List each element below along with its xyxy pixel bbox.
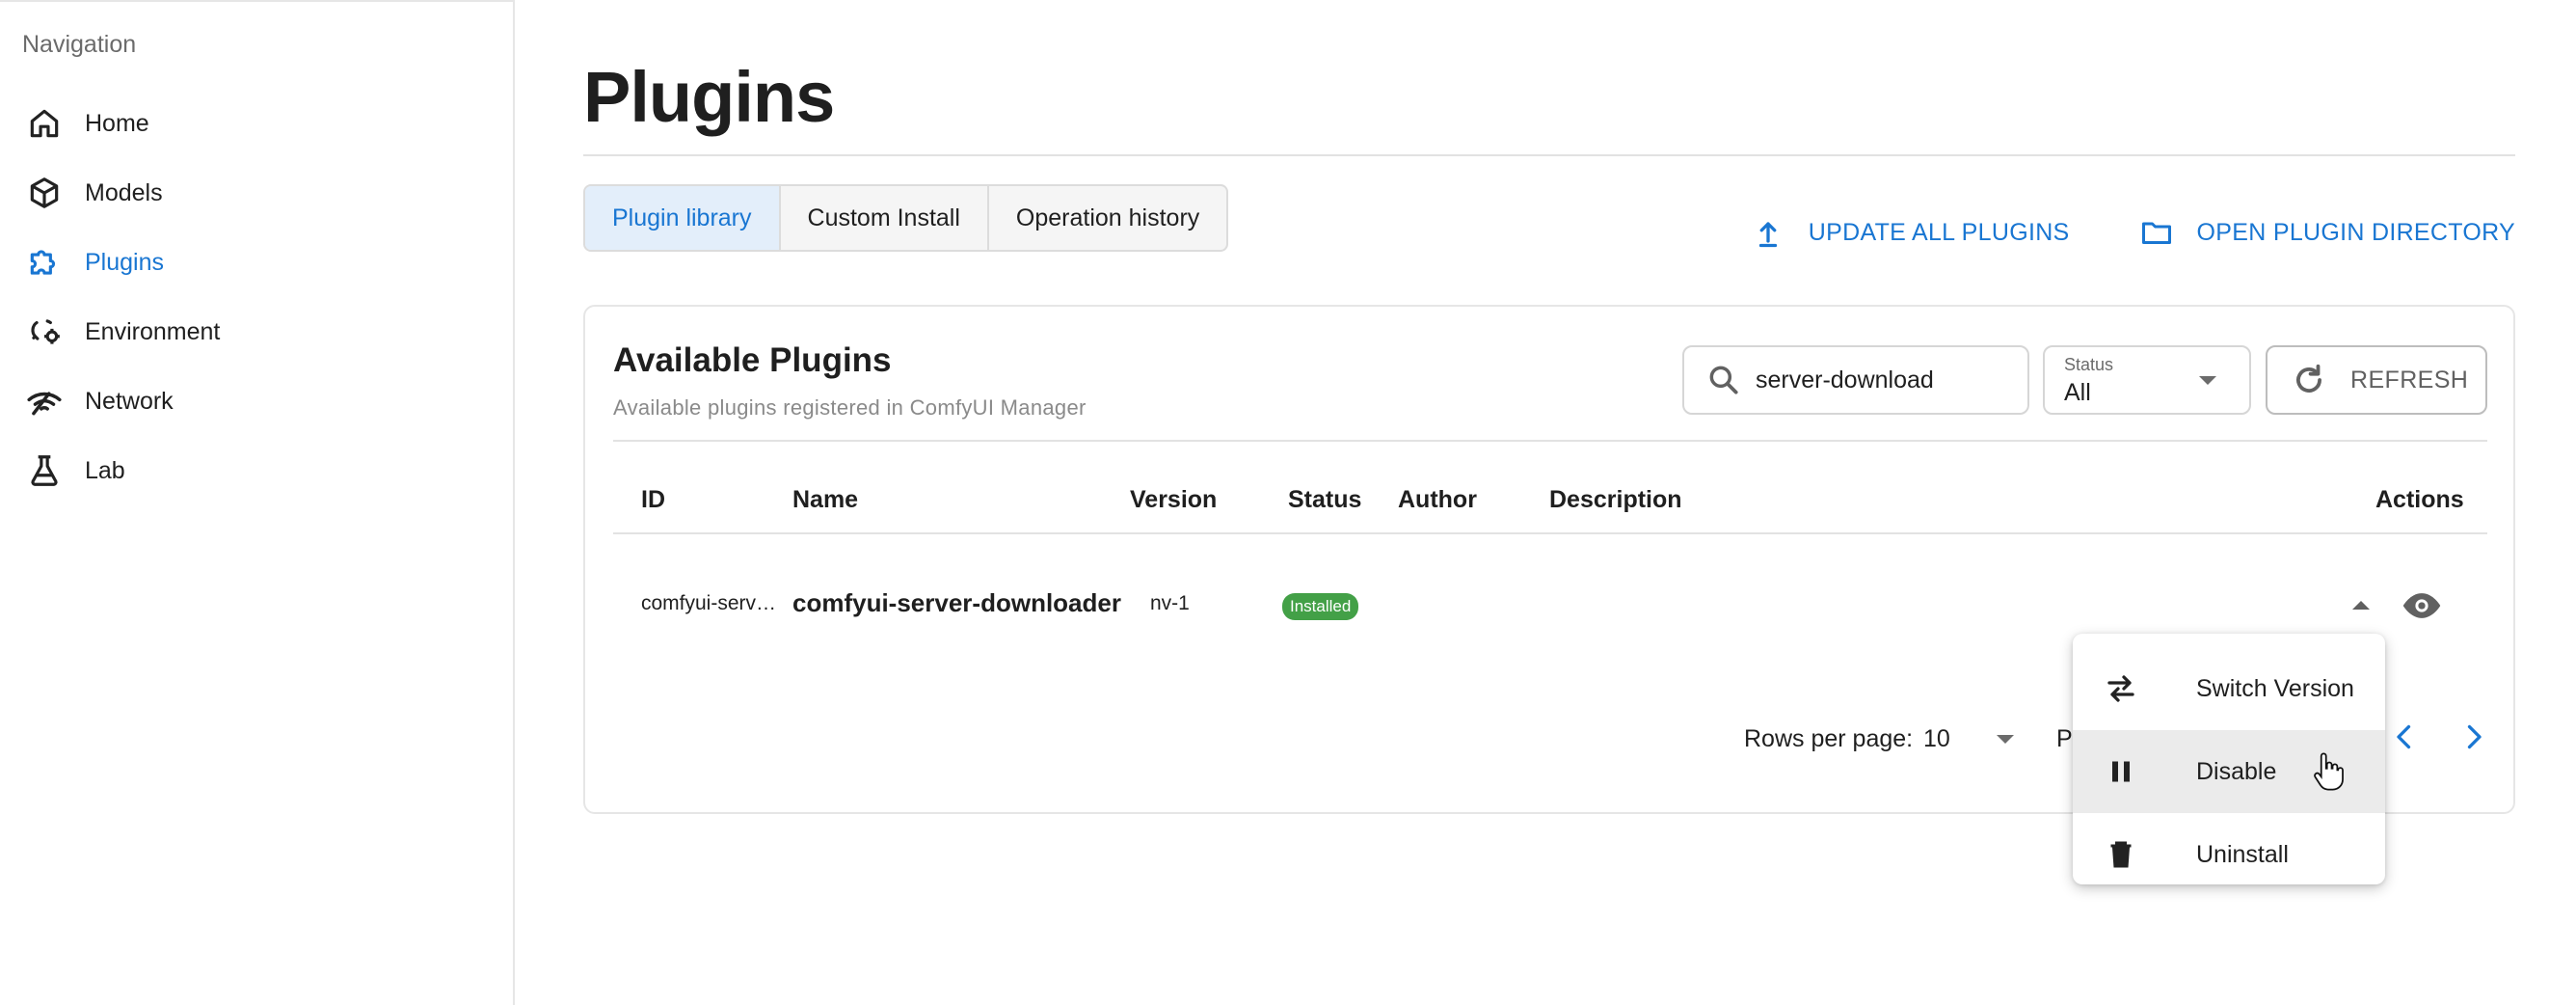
column-header-status[interactable]: Status xyxy=(1288,486,1361,514)
sidebar-item-label: Environment xyxy=(85,317,221,345)
refresh-button[interactable]: REFRESH xyxy=(2266,345,2487,415)
cell-version: nv-1 xyxy=(1150,592,1190,614)
column-header-description[interactable]: Description xyxy=(1549,486,1682,514)
chevron-down-icon xyxy=(1997,735,2014,744)
nav-list: Home Models Plugins Environment Network xyxy=(0,89,513,505)
sidebar-item-lab[interactable]: Lab xyxy=(0,436,513,505)
title-divider xyxy=(583,154,2515,156)
swap-icon xyxy=(2104,671,2138,706)
tab-plugin-library[interactable]: Plugin library xyxy=(585,186,781,250)
nav-heading: Navigation xyxy=(22,31,137,58)
sidebar-item-environment[interactable]: Environment xyxy=(0,297,513,367)
table-header-divider xyxy=(613,532,2487,534)
puzzle-icon xyxy=(25,243,64,282)
folder-icon xyxy=(2141,222,2171,244)
column-header-name[interactable]: Name xyxy=(792,486,858,514)
column-header-id[interactable]: ID xyxy=(641,486,665,514)
sidebar-item-home[interactable]: Home xyxy=(0,89,513,158)
cell-name: comfyui-server-downloader xyxy=(792,588,1121,617)
sidebar-item-label: Plugins xyxy=(85,248,164,276)
home-icon xyxy=(25,104,64,143)
cell-id: comfyui-serv… xyxy=(641,592,777,614)
top-actions: UPDATE ALL PLUGINS OPEN PLUGIN DIRECTORY xyxy=(1751,210,2515,255)
sidebar-item-network[interactable]: Network xyxy=(0,367,513,436)
upload-icon xyxy=(1758,222,1777,248)
update-all-plugins-button[interactable]: UPDATE ALL PLUGINS xyxy=(1751,210,2070,255)
column-header-author[interactable]: Author xyxy=(1398,486,1477,514)
page-title: Plugins xyxy=(583,57,835,137)
sidebar-item-plugins[interactable]: Plugins xyxy=(0,228,513,297)
menu-item-switch-version[interactable]: Switch Version xyxy=(2073,647,2385,730)
sidebar-item-label: Models xyxy=(85,178,163,206)
chevron-left-icon[interactable] xyxy=(2387,720,2422,754)
column-header-version[interactable]: Version xyxy=(1130,486,1217,514)
menu-item-label: Switch Version xyxy=(2196,674,2354,702)
pause-icon xyxy=(2104,754,2138,789)
plugin-actions-menu: Switch Version Disable Uninstall xyxy=(2073,634,2385,884)
open-plugin-directory-label: OPEN PLUGIN DIRECTORY xyxy=(2196,218,2515,246)
trash-icon xyxy=(2104,837,2138,872)
sidebar-item-label: Home xyxy=(85,109,149,137)
tab-custom-install[interactable]: Custom Install xyxy=(781,186,989,250)
menu-item-label: Disable xyxy=(2196,757,2277,785)
environment-icon xyxy=(25,312,64,351)
tab-group: Plugin library Custom Install Operation … xyxy=(583,184,1229,252)
open-plugin-directory-button[interactable]: OPEN PLUGIN DIRECTORY xyxy=(2139,210,2515,255)
refresh-icon xyxy=(2296,364,2321,393)
menu-item-label: Uninstall xyxy=(2196,840,2289,868)
card-title: Available Plugins xyxy=(613,341,892,379)
search-box xyxy=(1682,345,2029,415)
status-badge: Installed xyxy=(1282,593,1359,620)
chevron-down-icon xyxy=(2199,376,2216,385)
column-header-actions: Actions xyxy=(2375,486,2464,513)
status-filter-select[interactable]: Status All xyxy=(2043,345,2251,415)
cube-icon xyxy=(25,174,64,212)
card-subtitle: Available plugins registered in ComfyUI … xyxy=(613,395,1087,420)
status-filter-label: Status xyxy=(2064,355,2114,374)
sidebar-item-models[interactable]: Models xyxy=(0,158,513,228)
rows-per-page-select[interactable]: 10 xyxy=(1923,725,1950,753)
sidebar: Navigation Home Models Plugins Environme… xyxy=(0,0,515,1005)
chevron-right-icon[interactable] xyxy=(2456,720,2491,754)
refresh-label: REFRESH xyxy=(2350,366,2469,394)
eye-icon[interactable] xyxy=(2401,584,2443,627)
sidebar-item-label: Lab xyxy=(85,456,125,484)
tab-operation-history[interactable]: Operation history xyxy=(989,186,1226,250)
flask-icon xyxy=(25,451,64,490)
search-icon xyxy=(1709,366,1738,394)
sidebar-item-label: Network xyxy=(85,387,174,415)
status-filter-value: All xyxy=(2064,379,2091,406)
menu-item-uninstall[interactable]: Uninstall xyxy=(2073,813,2385,896)
chevron-up-icon[interactable] xyxy=(2352,601,2370,610)
update-all-plugins-label: UPDATE ALL PLUGINS xyxy=(1808,218,2070,246)
search-input[interactable] xyxy=(1756,366,1997,394)
network-icon xyxy=(25,382,64,421)
rows-per-page-label: Rows per page: xyxy=(1744,725,1914,752)
card-divider xyxy=(613,440,2487,442)
menu-item-disable[interactable]: Disable xyxy=(2073,730,2385,813)
